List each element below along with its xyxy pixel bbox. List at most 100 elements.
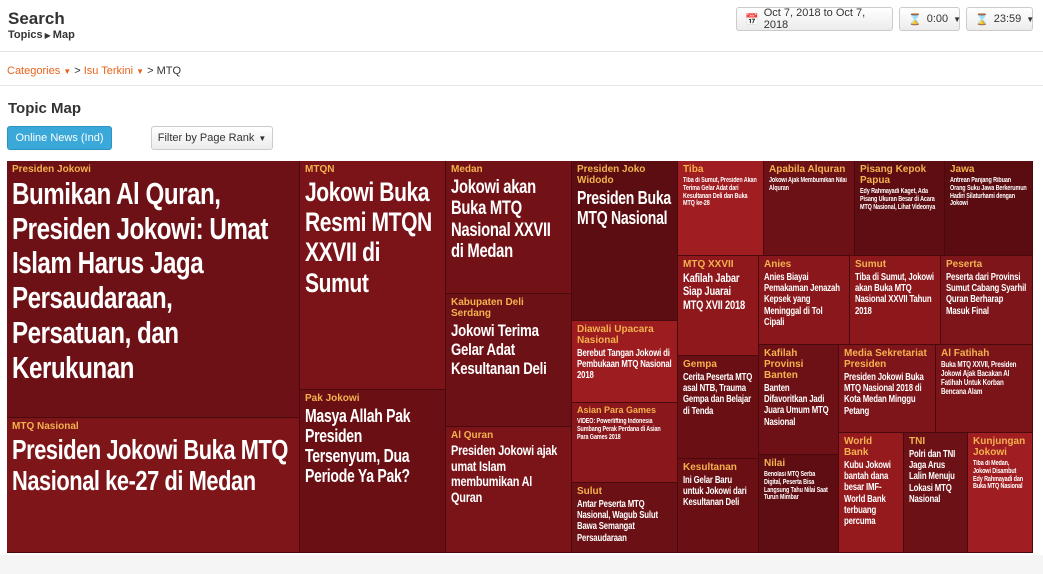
calendar-icon: 📅 xyxy=(745,13,759,26)
treemap-cell-category: Nilai xyxy=(764,458,786,469)
treemap-cell-category: Gempa xyxy=(683,359,717,370)
treemap-cell[interactable]: MTQ XXVII Kafilah Jabar Siap Juarai MTQ X… xyxy=(678,256,759,356)
treemap-cell-category: Al Fatihah xyxy=(941,348,990,359)
treemap-cell-category: Kabupaten Deli Serdang xyxy=(451,297,524,319)
treemap-cell[interactable]: Sulut Antar Peserta MTQ Nasional, Wagub S… xyxy=(572,483,678,553)
time-end-button[interactable]: ⌛ 23:59 ▼ xyxy=(966,7,1034,31)
topic-treemap: Presiden Jokowi Bumikan Al Quran, Preside… xyxy=(7,161,1033,553)
treemap-cell-title: Peserta dari Provinsi Sumut Cabang Syarh… xyxy=(946,272,1027,317)
treemap-cell-category: Kunjungan Jokowi xyxy=(973,436,1026,458)
date-range-button[interactable]: 📅 Oct 7, 2018 to Oct 7, 2018 xyxy=(736,7,893,31)
treemap-cell[interactable]: Peserta Peserta dari Provinsi Sumut Caban… xyxy=(941,256,1033,345)
treemap-cell-title: Jokowi Buka Resmi MTQN XXVII di Sumut xyxy=(305,177,432,298)
treemap-cell[interactable]: World Bank Kubu Jokowi bantah dana besar … xyxy=(839,433,904,553)
treemap-cell[interactable]: Nilai Benolasi MTQ Serba Digital, Peserta… xyxy=(759,455,839,553)
caret-down-icon: ▼ xyxy=(953,14,962,24)
horizontal-scrollbar[interactable] xyxy=(0,555,1043,574)
treemap-cell[interactable]: Apabila Alquran Jokowi Ajak Membumikan Ni… xyxy=(764,161,855,256)
treemap-cell-category: Pak Jokowi xyxy=(305,393,360,404)
caret-down-icon[interactable]: ▼ xyxy=(136,67,144,76)
treemap-cell[interactable]: Asian Para Games VIDEO: Powerlifting Indo… xyxy=(572,403,678,483)
treemap-cell-title: Kubu Jokowi bantah dana besar IMF-World … xyxy=(844,460,891,527)
treemap-cell[interactable]: MTQN Jokowi Buka Resmi MTQN XXVII di Sumu… xyxy=(300,161,446,390)
time-start-button[interactable]: ⌛ 0:00 ▼ xyxy=(899,7,962,31)
caret-down-icon: ▼ xyxy=(258,133,267,143)
source-button[interactable]: Online News (Ind) xyxy=(7,126,112,150)
treemap-cell[interactable]: Jawa Antrean Panjang Ribuan Orang Suku Ja… xyxy=(945,161,1033,256)
treemap-cell-title: Ini Gelar Baru untuk Jokowi dari Kesulta… xyxy=(683,475,747,509)
treemap-cell-title: Presiden Jokowi Buka MTQ Nasional 2018 d… xyxy=(844,372,924,417)
treemap-cell-title: Kafilah Jabar Siap Juarai MTQ XVII 2018 xyxy=(683,271,746,312)
treemap-cell-title: Banten Difavoritkan Jadi Juara Umum MTQ … xyxy=(764,383,829,428)
treemap-cell-category: Sulut xyxy=(577,486,602,497)
current-category: MTQ xyxy=(156,65,182,77)
caret-right-icon: ▶ xyxy=(44,31,51,40)
treemap-cell[interactable]: Kafilah Provinsi Banten Banten Difavoritk… xyxy=(759,345,839,455)
treemap-cell[interactable]: Medan Jokowi akan Buka MTQ Nasional XXVII… xyxy=(446,161,572,294)
treemap-cell[interactable]: MTQ Nasional Presiden Jokowi Buka MTQ Nas… xyxy=(7,418,300,553)
treemap-cell-category: MTQN xyxy=(305,164,335,175)
categories-link[interactable]: Categories xyxy=(7,65,60,77)
treemap-cell-title: Presiden Buka MTQ Nasional xyxy=(577,188,671,229)
category-breadcrumb: Categories ▼ > Isu Terkini ▼ > MTQ xyxy=(0,52,1043,86)
treemap-cell-category: Kafilah Provinsi Banten xyxy=(764,348,804,381)
treemap-cell-category: Kesultanan xyxy=(683,462,737,473)
treemap-cell-category: Al Quran xyxy=(451,430,494,441)
treemap-cell-title: Polri dan TNI Jaga Arus Lalin Menuju Lok… xyxy=(909,449,956,505)
treemap-cell[interactable]: Diawali Upacara Nasional Berebut Tangan J… xyxy=(572,321,678,403)
filter-page-rank-button[interactable]: Filter by Page Rank ▼ xyxy=(151,126,273,150)
treemap-cell-title: Masya Allah Pak Presiden Tersenyum, Dua … xyxy=(305,406,411,487)
caret-down-icon[interactable]: ▼ xyxy=(63,67,71,76)
treemap-cell-title: VIDEO: Powerlifting Indonesia Sumbang Pe… xyxy=(577,417,661,441)
treemap-cell-category: MTQ Nasional xyxy=(12,421,79,432)
treemap-cell-title: Edy Rahmayadi Kaget, Ada Pisang Ukuran B… xyxy=(860,188,936,211)
treemap-cell[interactable]: Presiden Joko Widodo Presiden Buka MTQ Na… xyxy=(572,161,678,321)
page-title: Search xyxy=(8,9,65,28)
treemap-cell-title: Bumikan Al Quran, Presiden Jokowi: Umat … xyxy=(12,176,268,385)
filter-label: Filter by Page Rank xyxy=(157,132,255,144)
treemap-cell-title: Tiba di Sumut, Jokowi akan Buka MTQ Nasi… xyxy=(855,272,934,317)
time-start-label: 0:00 xyxy=(926,13,949,25)
header-bar: Search Topics ▶ Map 📅 Oct 7, 2018 to Oct 7… xyxy=(0,0,1043,52)
treemap-cell[interactable]: Pak Jokowi Masya Allah Pak Presiden Terse… xyxy=(300,390,446,553)
breadcrumb-separator: > xyxy=(74,65,81,77)
breadcrumb-map: Map xyxy=(52,29,75,41)
treemap-cell[interactable]: Al Fatihah Buka MTQ XXVII, Presiden Jokow… xyxy=(936,345,1033,433)
treemap-cell[interactable]: Gempa Cerita Peserta MTQ asal NTB, Trauma… xyxy=(678,356,759,459)
treemap-cell-category: Tiba xyxy=(683,164,704,175)
treemap-cell-category: Peserta xyxy=(946,259,983,270)
treemap-cell[interactable]: Sumut Tiba di Sumut, Jokowi akan Buka MTQ… xyxy=(850,256,941,345)
hourglass-icon: ⌛ xyxy=(908,13,922,26)
treemap-cell[interactable]: TNI Polri dan TNI Jaga Arus Lalin Menuju … xyxy=(904,433,968,553)
treemap-cell-title: Buka MTQ XXVII, Presiden Jokowi Ajak Bac… xyxy=(941,360,1017,396)
treemap-cell[interactable]: Kunjungan Jokowi Tiba di Medan, Jokowi Di… xyxy=(968,433,1033,553)
treemap-cell[interactable]: Kabupaten Deli Serdang Jokowi Terima Gela… xyxy=(446,294,572,427)
treemap-cell-category: World Bank xyxy=(844,436,873,458)
treemap-cell-category: Media Sekretariat Presiden xyxy=(844,348,927,370)
treemap-cell-category: Anies xyxy=(764,259,792,270)
treemap-cell-category: MTQ XXVII xyxy=(683,259,734,270)
treemap-cell-category: Apabila Alquran xyxy=(769,164,846,175)
treemap-cell-category: Sumut xyxy=(855,259,887,270)
treemap-cell-category: Diawali Upacara Nasional xyxy=(577,324,654,346)
treemap-cell[interactable]: Anies Anies Biayai Pemakaman Jenazah Keps… xyxy=(759,256,850,345)
treemap-cell[interactable]: Media Sekretariat Presiden Presiden Jokow… xyxy=(839,345,936,433)
treemap-cell-title: Presiden Jokowi ajak umat Islam membumik… xyxy=(451,442,558,506)
treemap-cell-category: TNI xyxy=(909,436,926,447)
treemap-cell[interactable]: Tiba Tiba di Sumut, Presiden Akan Terima … xyxy=(678,161,764,256)
breadcrumb: Topics ▶ Map xyxy=(8,29,75,41)
treemap-cell-title: Presiden Jokowi Buka MTQ Nasional ke-27 … xyxy=(12,434,288,497)
treemap-cell-title: Tiba di Sumut, Presiden Akan Terima Gela… xyxy=(683,177,757,208)
treemap-cell[interactable]: Al Quran Presiden Jokowi ajak umat Islam … xyxy=(446,427,572,553)
isu-terkini-link[interactable]: Isu Terkini xyxy=(84,65,133,77)
treemap-cell[interactable]: Pisang Kepok Papua Edy Rahmayadi Kaget, A… xyxy=(855,161,945,256)
treemap-cell[interactable]: Kesultanan Ini Gelar Baru untuk Jokowi da… xyxy=(678,459,759,553)
treemap-cell-category: Presiden Jokowi xyxy=(12,164,91,175)
treemap-cell[interactable]: Presiden Jokowi Bumikan Al Quran, Preside… xyxy=(7,161,300,418)
breadcrumb-topics[interactable]: Topics xyxy=(8,29,43,41)
section-title: Topic Map xyxy=(8,100,82,117)
treemap-cell-title: Berebut Tangan Jokowi di Pembukaan MTQ N… xyxy=(577,348,672,382)
treemap-cell-category: Medan xyxy=(451,164,483,175)
treemap-cell-title: Jokowi akan Buka MTQ Nasional XXVII di M… xyxy=(451,177,551,262)
treemap-cell-title: Jokowi Ajak Membumikan Nilai Alquran xyxy=(769,177,847,192)
